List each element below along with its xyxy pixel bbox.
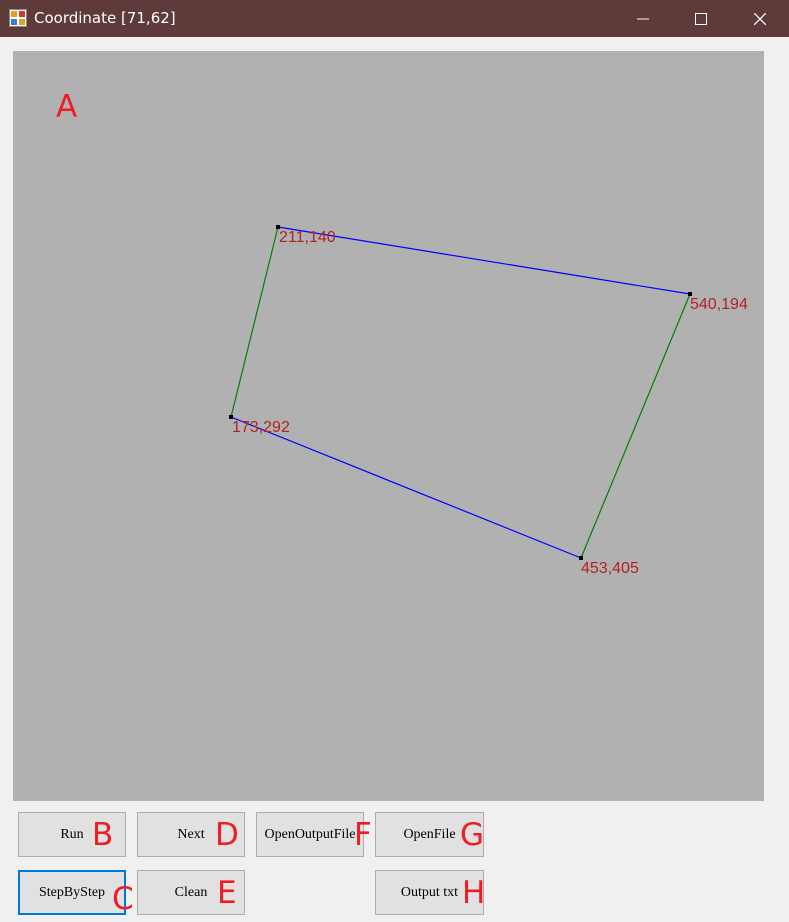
- next-button-label: Next: [177, 826, 205, 842]
- drawing-canvas[interactable]: 211,140 540,194 453,405 173,292: [13, 51, 764, 801]
- annotation-label: G: [460, 817, 485, 853]
- polygon-drawing: 211,140 540,194 453,405 173,292: [229, 225, 748, 577]
- point-label: 173,292: [232, 419, 290, 436]
- minimize-icon: [637, 18, 649, 19]
- annotation-label: E: [217, 875, 237, 911]
- close-icon: [754, 12, 766, 25]
- clean-button-label: Clean: [174, 884, 208, 900]
- open-output-file-button[interactable]: OpenOutputFile: [256, 812, 364, 857]
- step-by-step-label: StepByStep: [38, 884, 106, 900]
- annotation-label: H: [462, 875, 486, 911]
- annotation-label: F: [354, 817, 372, 853]
- title-bar: Coordinate [71,62]: [0, 0, 789, 37]
- point-label: 453,405: [581, 560, 639, 577]
- annotation-label: D: [215, 817, 239, 853]
- open-output-file-label: OpenOutputFile: [264, 826, 356, 842]
- edge-right: [580, 293, 691, 559]
- annotation-label: B: [92, 817, 114, 853]
- output-txt-label: Output txt: [400, 884, 459, 900]
- run-button-label: Run: [60, 826, 84, 842]
- window-title: Coordinate [71,62]: [34, 9, 176, 27]
- point-label: 211,140: [279, 229, 336, 246]
- edge-top: [277, 226, 691, 295]
- point-label: 540,194: [690, 296, 748, 313]
- annotation-label: C: [112, 881, 134, 917]
- maximize-icon: [695, 12, 707, 25]
- annotation-label: A: [56, 89, 78, 125]
- app-icon: [9, 9, 27, 27]
- open-file-label: OpenFile: [403, 826, 456, 842]
- close-button[interactable]: [731, 0, 789, 37]
- edge-left: [230, 226, 279, 418]
- edge-bottom: [230, 416, 582, 559]
- step-by-step-button[interactable]: StepByStep: [18, 870, 126, 915]
- minimize-button[interactable]: [614, 0, 672, 37]
- maximize-button[interactable]: [672, 0, 730, 37]
